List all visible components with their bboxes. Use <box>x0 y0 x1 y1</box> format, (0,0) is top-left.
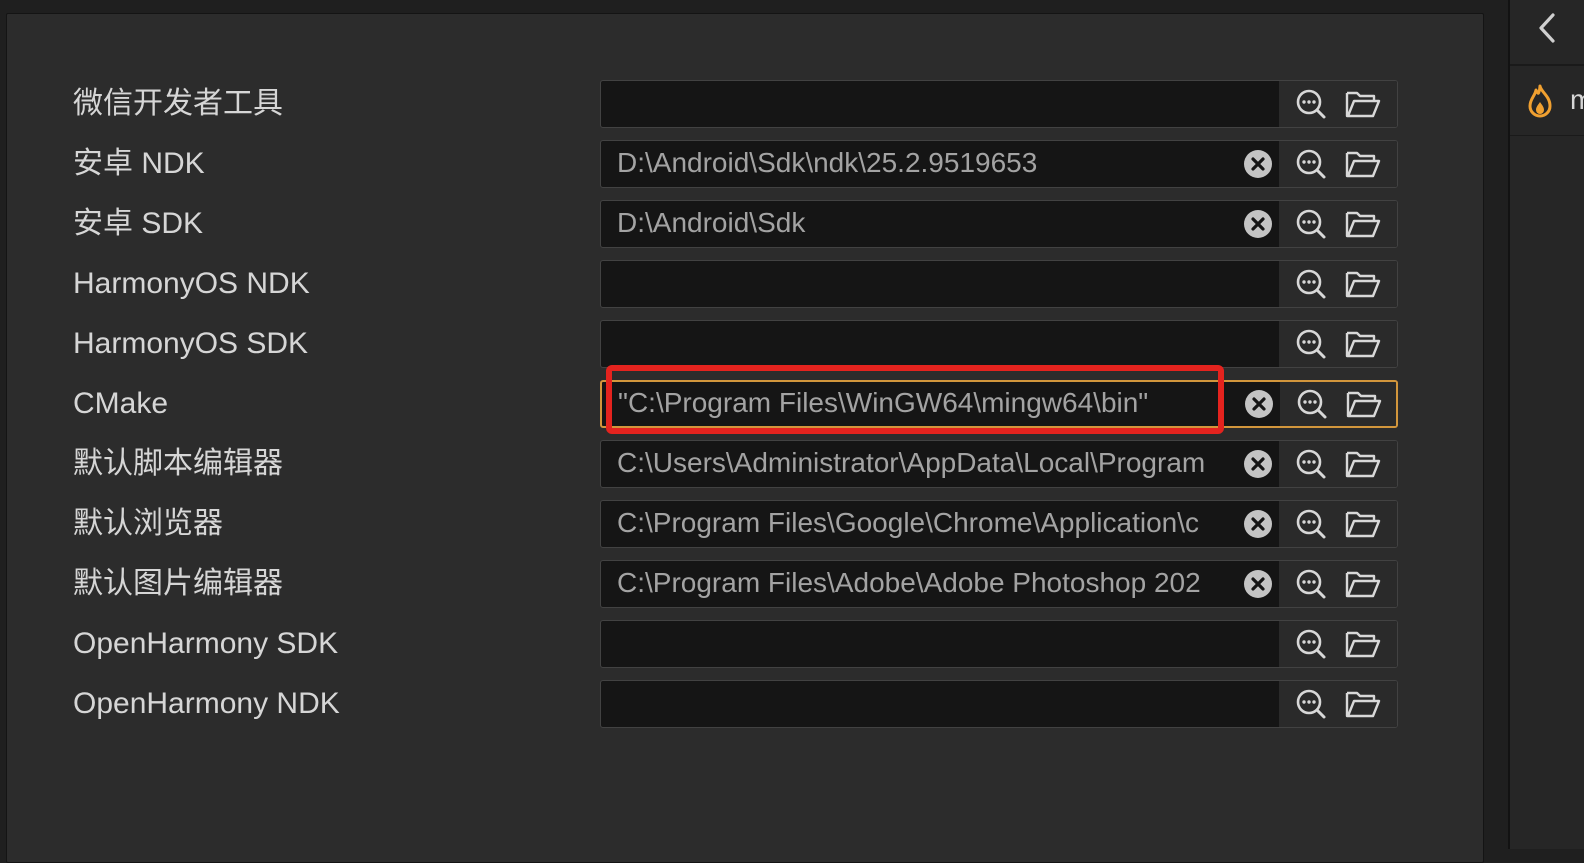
path-field-android-ndk: D:\Android\Sdk\ndk\25.2.9519653 <box>600 140 1398 188</box>
path-input-harmonyos-sdk[interactable] <box>601 321 1237 367</box>
browse-folder-button[interactable] <box>1337 81 1389 127</box>
browse-folder-button[interactable] <box>1337 681 1389 727</box>
search-icon <box>1296 689 1326 719</box>
folder-open-icon <box>1345 691 1381 718</box>
flame-icon <box>1526 84 1554 123</box>
path-field-harmonyos-ndk <box>600 260 1398 308</box>
search-button[interactable] <box>1286 382 1338 426</box>
path-field-openharmony-sdk <box>600 620 1398 668</box>
search-button[interactable] <box>1285 141 1337 187</box>
close-circle-icon <box>1245 390 1273 418</box>
folder-open-icon <box>1345 151 1381 178</box>
path-field-harmonyos-sdk <box>600 320 1398 368</box>
search-icon <box>1296 569 1326 599</box>
folder-open-icon <box>1346 391 1382 418</box>
row-label-harmonyos-ndk: HarmonyOS NDK <box>73 267 310 300</box>
folder-open-icon <box>1345 91 1381 118</box>
search-button[interactable] <box>1285 201 1337 247</box>
row-label-android-ndk: 安卓 NDK <box>73 147 205 180</box>
folder-open-icon <box>1345 451 1381 478</box>
browse-folder-button[interactable] <box>1338 382 1390 426</box>
clear-button[interactable] <box>1238 382 1280 426</box>
clear-button[interactable] <box>1237 141 1279 187</box>
row-label-android-sdk: 安卓 SDK <box>73 207 204 240</box>
path-input-android-sdk[interactable]: D:\Android\Sdk <box>601 201 1237 247</box>
row-label-openharmony-ndk: OpenHarmony NDK <box>73 687 340 720</box>
close-circle-icon <box>1244 150 1272 178</box>
browse-folder-button[interactable] <box>1337 561 1389 607</box>
close-circle-icon <box>1244 510 1272 538</box>
path-input-openharmony-ndk[interactable] <box>601 681 1237 727</box>
browse-folder-button[interactable] <box>1337 321 1389 367</box>
clear-button[interactable] <box>1237 561 1279 607</box>
browse-folder-button[interactable] <box>1337 201 1389 247</box>
search-button[interactable] <box>1285 261 1337 307</box>
row-label-default-browser: 默认浏览器 <box>73 507 223 540</box>
search-button[interactable] <box>1285 681 1337 727</box>
search-icon <box>1296 329 1326 359</box>
browse-folder-button[interactable] <box>1337 621 1389 667</box>
browse-folder-button[interactable] <box>1337 501 1389 547</box>
folder-open-icon <box>1345 511 1381 538</box>
browse-folder-button[interactable] <box>1337 261 1389 307</box>
collapse-sidebar-button[interactable] <box>1530 8 1564 48</box>
path-input-wechat-devtools[interactable] <box>601 81 1237 127</box>
row-label-default-script-editor: 默认脚本编辑器 <box>73 447 283 480</box>
browse-folder-button[interactable] <box>1337 141 1389 187</box>
close-circle-icon <box>1244 570 1272 598</box>
path-field-openharmony-ndk <box>600 680 1398 728</box>
search-button[interactable] <box>1285 81 1337 127</box>
row-label-cmake: CMake <box>73 387 169 420</box>
chevron-left-icon <box>1539 13 1555 43</box>
close-circle-icon <box>1244 450 1272 478</box>
search-button[interactable] <box>1285 621 1337 667</box>
path-field-default-image-editor: C:\Program Files\Adobe\Adobe Photoshop 2… <box>600 560 1398 608</box>
search-icon <box>1296 89 1326 119</box>
path-input-default-image-editor[interactable]: C:\Program Files\Adobe\Adobe Photoshop 2… <box>601 561 1237 607</box>
search-button[interactable] <box>1285 501 1337 547</box>
path-input-cmake[interactable]: "C:\Program Files\WinGW64\mingw64\bin" <box>602 382 1238 426</box>
sidebar-item[interactable]: m <box>1510 66 1584 136</box>
clear-button[interactable] <box>1237 201 1279 247</box>
folder-open-icon <box>1345 271 1381 298</box>
row-label-harmonyos-sdk: HarmonyOS SDK <box>73 327 309 360</box>
search-button[interactable] <box>1285 441 1337 487</box>
path-field-default-script-editor: C:\Users\Administrator\AppData\Local\Pro… <box>600 440 1398 488</box>
search-icon <box>1296 449 1326 479</box>
folder-open-icon <box>1345 331 1381 358</box>
row-label-wechat-devtools: 微信开发者工具 <box>73 87 283 120</box>
search-button[interactable] <box>1285 561 1337 607</box>
row-label-default-image-editor: 默认图片编辑器 <box>73 567 283 600</box>
path-input-harmonyos-ndk[interactable] <box>601 261 1237 307</box>
path-field-android-sdk: D:\Android\Sdk <box>600 200 1398 248</box>
search-button[interactable] <box>1285 321 1337 367</box>
path-field-cmake: "C:\Program Files\WinGW64\mingw64\bin" <box>600 380 1398 428</box>
folder-open-icon <box>1345 211 1381 238</box>
path-input-default-browser[interactable]: C:\Program Files\Google\Chrome\Applicati… <box>601 501 1237 547</box>
clear-button[interactable] <box>1237 501 1279 547</box>
search-icon <box>1296 149 1326 179</box>
search-icon <box>1296 269 1326 299</box>
search-icon <box>1296 209 1326 239</box>
clear-button[interactable] <box>1237 441 1279 487</box>
row-label-openharmony-sdk: OpenHarmony SDK <box>73 627 339 660</box>
search-icon <box>1297 389 1327 419</box>
search-icon <box>1296 629 1326 659</box>
close-circle-icon <box>1244 210 1272 238</box>
browse-folder-button[interactable] <box>1337 441 1389 487</box>
sidebar-item-label: m <box>1570 84 1584 115</box>
path-input-android-ndk[interactable]: D:\Android\Sdk\ndk\25.2.9519653 <box>601 141 1237 187</box>
search-icon <box>1296 509 1326 539</box>
path-field-wechat-devtools <box>600 80 1398 128</box>
folder-open-icon <box>1345 631 1381 658</box>
path-input-openharmony-sdk[interactable] <box>601 621 1237 667</box>
path-field-default-browser: C:\Program Files\Google\Chrome\Applicati… <box>600 500 1398 548</box>
path-input-default-script-editor[interactable]: C:\Users\Administrator\AppData\Local\Pro… <box>601 441 1237 487</box>
folder-open-icon <box>1345 571 1381 598</box>
